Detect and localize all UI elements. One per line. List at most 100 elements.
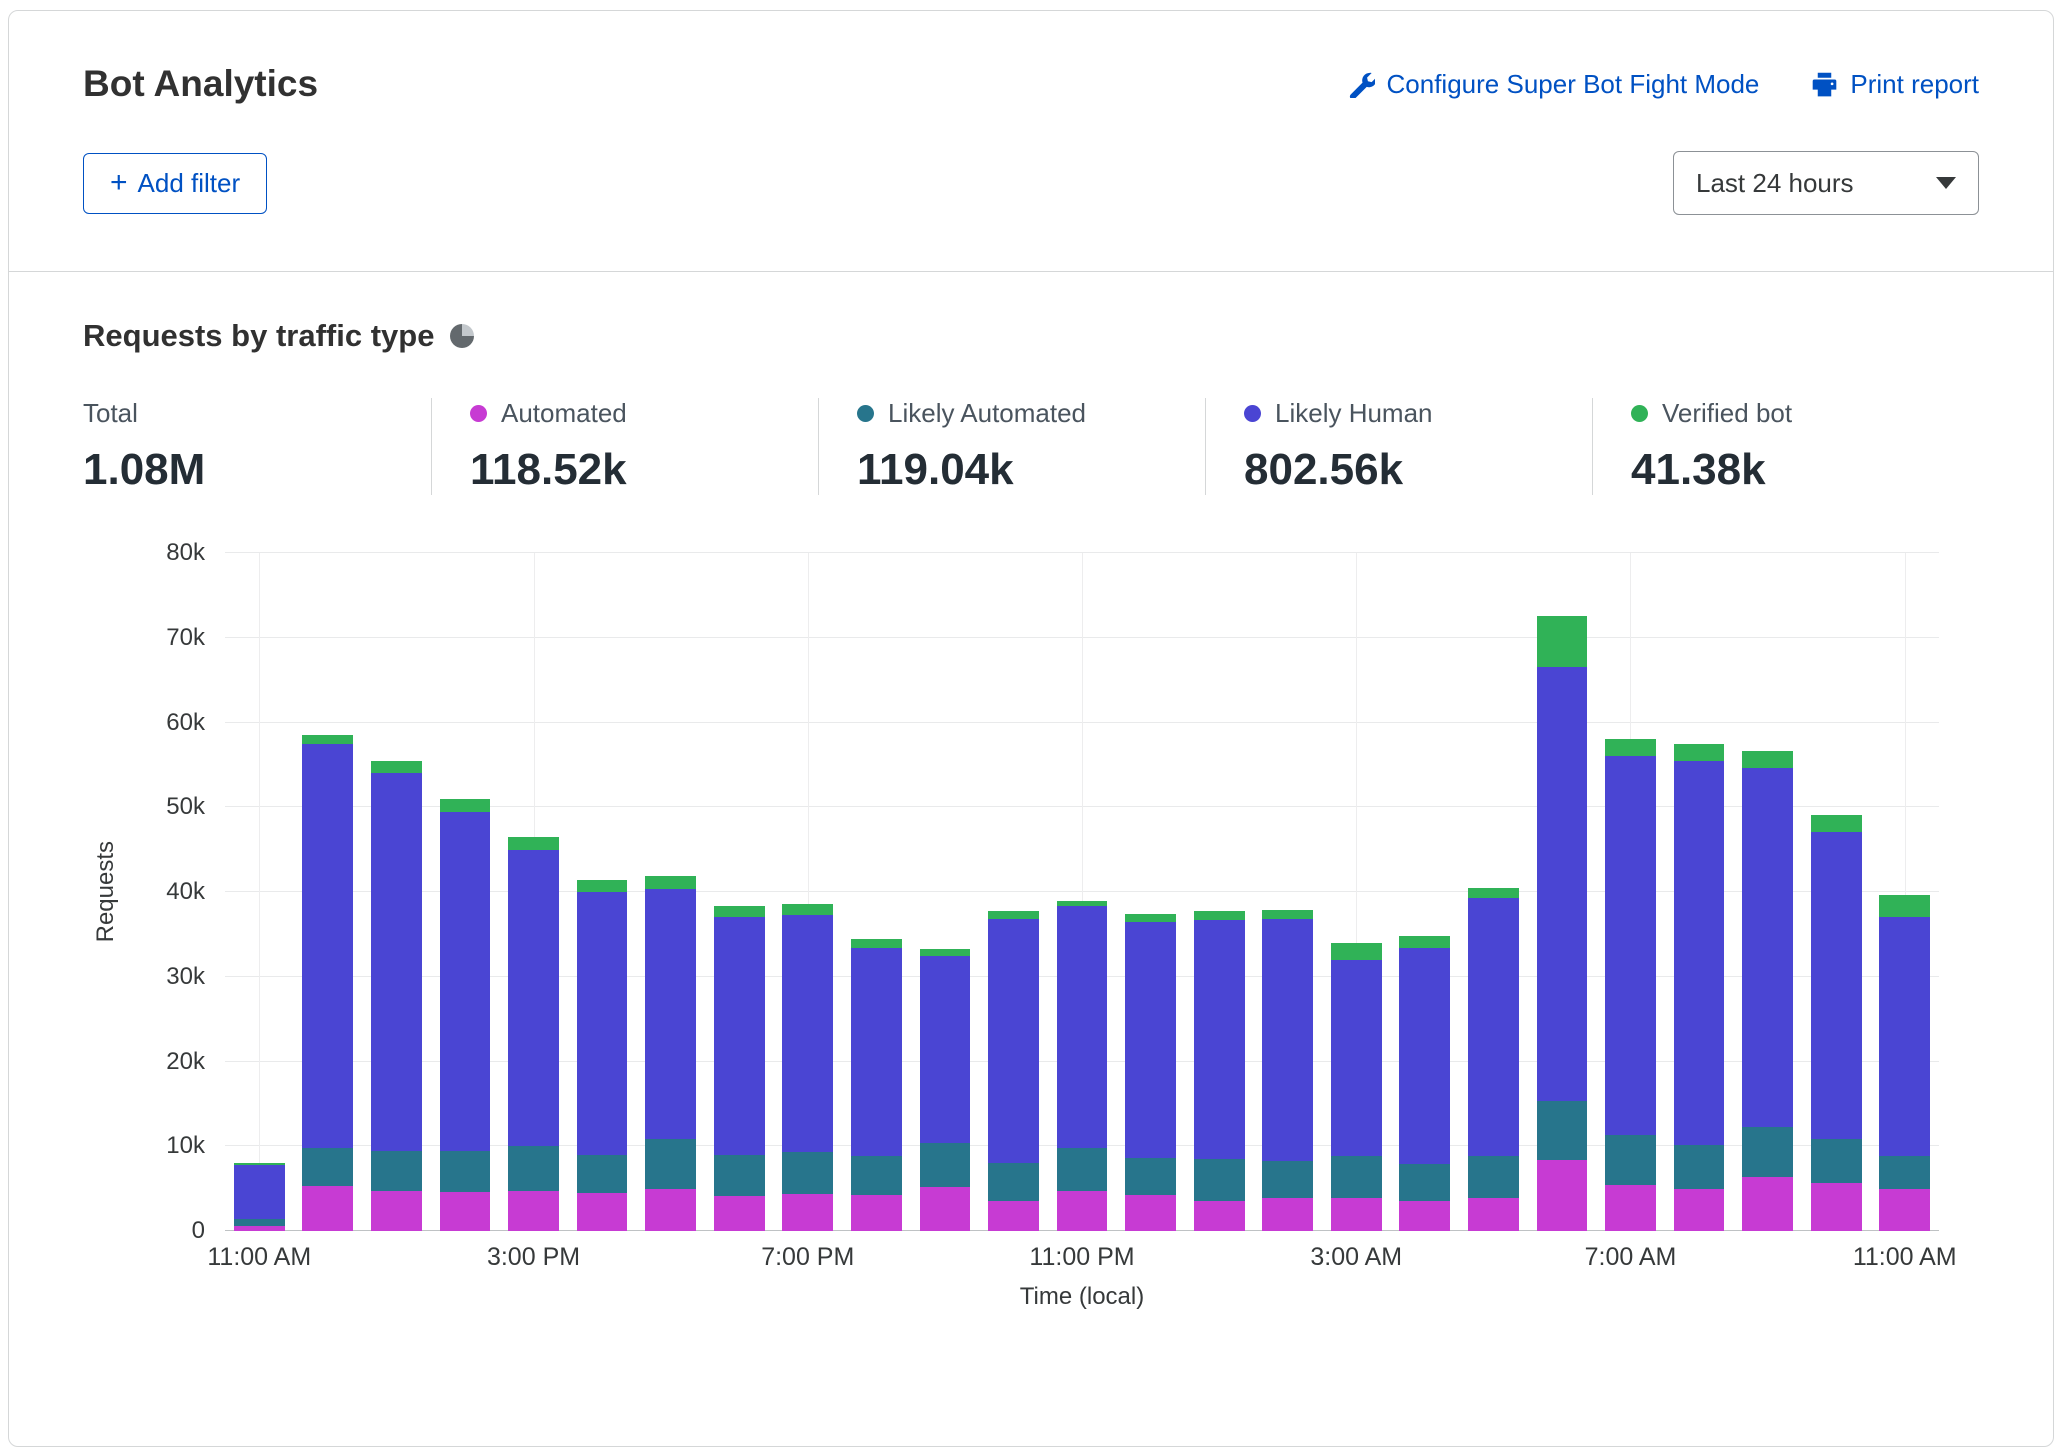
bar-segment-likely-human: [1605, 756, 1656, 1136]
bar-segment-likely-human: [1674, 761, 1725, 1145]
bar-segment-likely-automated: [782, 1152, 833, 1194]
stacked-bar[interactable]: [1674, 553, 1725, 1231]
stat-likely-automated-value: 119.04k: [857, 445, 1205, 495]
pie-chart-icon: [450, 324, 474, 348]
bar-segment-likely-human: [1811, 832, 1862, 1139]
stat-likely-human[interactable]: Likely Human 802.56k: [1205, 398, 1592, 495]
stacked-bar[interactable]: [440, 553, 491, 1231]
bar-segment-verified-bot: [1399, 936, 1450, 948]
header: Bot Analytics Configure Super Bot Fight …: [9, 11, 2053, 272]
bar-segment-automated: [1057, 1191, 1108, 1231]
stacked-bar[interactable]: [851, 553, 902, 1231]
bar-slot: [362, 553, 431, 1231]
y-tick-label: 80k: [166, 539, 205, 567]
bar-slot: [1459, 553, 1528, 1231]
stat-total[interactable]: Total 1.08M: [83, 398, 431, 495]
configure-super-bot-fight-mode-link[interactable]: Configure Super Bot Fight Mode: [1348, 69, 1760, 100]
bar-segment-verified-bot: [1262, 910, 1313, 919]
stacked-bar[interactable]: [1811, 553, 1862, 1231]
bar-slot: [1391, 553, 1460, 1231]
stacked-bar[interactable]: [1057, 553, 1108, 1231]
bar-segment-likely-human: [920, 956, 971, 1142]
bar-segment-verified-bot: [302, 735, 353, 743]
bar-segment-automated: [302, 1186, 353, 1231]
stat-automated[interactable]: Automated 118.52k: [431, 398, 818, 495]
bar-segment-automated: [714, 1196, 765, 1231]
bar-segment-verified-bot: [508, 837, 559, 850]
time-range-select[interactable]: Last 24 hours: [1673, 151, 1979, 215]
stat-verified-bot[interactable]: Verified bot 41.38k: [1592, 398, 1979, 495]
stacked-bar[interactable]: [302, 553, 353, 1231]
stacked-bar[interactable]: [1125, 553, 1176, 1231]
stacked-bar[interactable]: [1194, 553, 1245, 1231]
stacked-bar[interactable]: [920, 553, 971, 1231]
bar-slot: [774, 553, 843, 1231]
bar-segment-likely-human: [1399, 948, 1450, 1164]
bar-segment-likely-automated: [1194, 1159, 1245, 1201]
stacked-bar[interactable]: [1468, 553, 1519, 1231]
stacked-bar[interactable]: [234, 553, 285, 1231]
stacked-bar[interactable]: [1331, 553, 1382, 1231]
stacked-bar[interactable]: [988, 553, 1039, 1231]
add-filter-button[interactable]: + Add filter: [83, 153, 267, 214]
stacked-bar[interactable]: [1537, 553, 1588, 1231]
stacked-bar[interactable]: [508, 553, 559, 1231]
stacked-bar[interactable]: [1605, 553, 1656, 1231]
printer-icon: [1811, 71, 1838, 98]
stat-automated-value: 118.52k: [470, 445, 818, 495]
bar-segment-likely-human: [577, 892, 628, 1155]
stat-likely-human-label: Likely Human: [1275, 398, 1433, 429]
y-axis-title: Requests: [83, 553, 129, 1231]
bar-segment-automated: [371, 1191, 422, 1231]
bar-slot: [568, 553, 637, 1231]
bar-segment-automated: [234, 1226, 285, 1231]
bar-slot: [1528, 553, 1597, 1231]
bar-segment-likely-human: [1537, 667, 1588, 1101]
bar-segment-verified-bot: [1468, 888, 1519, 898]
print-report-link[interactable]: Print report: [1811, 69, 1979, 100]
stacked-bar[interactable]: [1742, 553, 1793, 1231]
bar-segment-likely-human: [1125, 922, 1176, 1158]
stacked-bar[interactable]: [1879, 553, 1930, 1231]
y-tick-label: 30k: [166, 963, 205, 991]
bar-segment-automated: [440, 1192, 491, 1231]
bot-analytics-card: Bot Analytics Configure Super Bot Fight …: [8, 10, 2054, 1447]
plus-icon: +: [110, 168, 128, 198]
bar-segment-verified-bot: [371, 761, 422, 774]
bar-segment-likely-human: [234, 1165, 285, 1219]
x-tick-label: 11:00 AM: [207, 1243, 311, 1272]
time-range-value: Last 24 hours: [1696, 168, 1854, 199]
bar-segment-likely-automated: [1399, 1164, 1450, 1200]
bar-slot: [1596, 553, 1665, 1231]
bar-segment-likely-automated: [1811, 1139, 1862, 1183]
bar-segment-likely-automated: [440, 1151, 491, 1193]
chevron-down-icon: [1936, 177, 1956, 189]
automated-legend-dot: [470, 405, 487, 422]
stacked-bar[interactable]: [1399, 553, 1450, 1231]
bar-segment-likely-human: [508, 850, 559, 1147]
bar-segment-verified-bot: [1811, 815, 1862, 832]
bar-segment-likely-human: [1468, 898, 1519, 1156]
bar-segment-verified-bot: [1605, 739, 1656, 756]
bar-slot: [1116, 553, 1185, 1231]
bar-segment-likely-human: [1194, 920, 1245, 1159]
stacked-bar[interactable]: [371, 553, 422, 1231]
stacked-bar[interactable]: [1262, 553, 1313, 1231]
stat-likely-automated[interactable]: Likely Automated 119.04k: [818, 398, 1205, 495]
y-tick-label: 40k: [166, 878, 205, 906]
stacked-bar[interactable]: [577, 553, 628, 1231]
stacked-bar[interactable]: [645, 553, 696, 1231]
bar-segment-verified-bot: [1194, 911, 1245, 920]
bar-segment-likely-human: [1331, 960, 1382, 1157]
bar-segment-automated: [577, 1193, 628, 1231]
likely-human-legend-dot: [1244, 405, 1261, 422]
stacked-bar[interactable]: [782, 553, 833, 1231]
bar-segment-likely-automated: [851, 1156, 902, 1195]
bar-segment-likely-automated: [1331, 1156, 1382, 1198]
bar-segment-verified-bot: [1125, 914, 1176, 922]
bar-segment-automated: [1742, 1177, 1793, 1231]
bar-segment-automated: [1331, 1198, 1382, 1231]
bar-segment-automated: [920, 1187, 971, 1231]
stacked-bar[interactable]: [714, 553, 765, 1231]
bar-segment-automated: [1879, 1189, 1930, 1231]
